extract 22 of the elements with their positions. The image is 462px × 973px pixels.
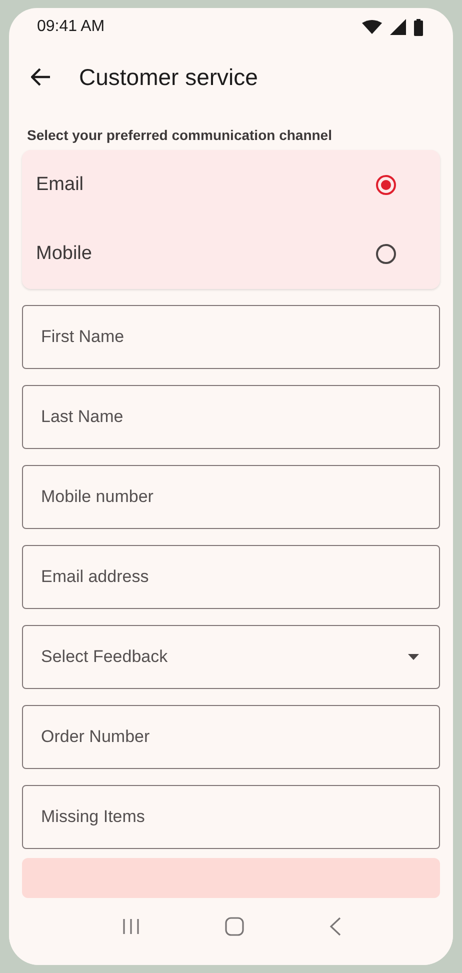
radio-button[interactable] (376, 244, 396, 264)
wifi-icon (362, 20, 382, 34)
input-field[interactable]: Mobile number (22, 465, 440, 529)
input-field[interactable]: Email address (22, 545, 440, 609)
input-field[interactable]: Missing Items (22, 785, 440, 849)
input-field[interactable]: Order Number (22, 705, 440, 769)
radio-button[interactable] (376, 174, 396, 195)
status-time: 09:41 AM (37, 18, 105, 36)
dropdown-field[interactable]: Select Feedback (22, 625, 440, 689)
input-field[interactable]: First Name (22, 305, 440, 369)
dropdown-caret-icon (408, 654, 419, 660)
radio-label[interactable]: Mobile (36, 243, 92, 266)
home-icon[interactable] (224, 917, 244, 936)
section-label: Select your preferred communication channel (26, 127, 333, 143)
recent-apps-icon[interactable] (122, 918, 140, 935)
back-arrow-icon[interactable] (31, 68, 51, 86)
radio-label[interactable]: Email (36, 174, 84, 196)
input-field[interactable]: Last Name (22, 385, 440, 449)
battery-icon (414, 18, 423, 36)
back-icon[interactable] (328, 917, 340, 936)
screen-title: Customer service (79, 64, 258, 90)
signal-icon (390, 19, 406, 35)
